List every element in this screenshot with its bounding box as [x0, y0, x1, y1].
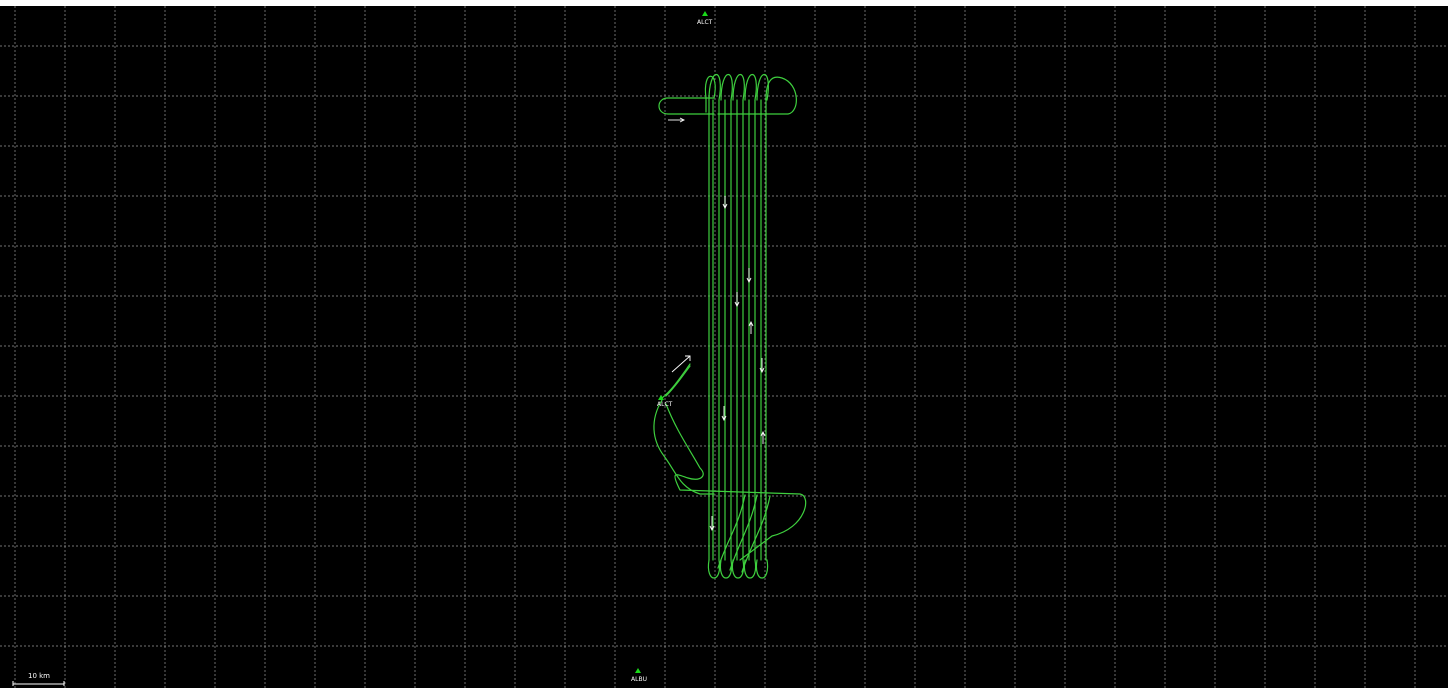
direction-arrow: [746, 268, 752, 284]
flight-track-bottom-turn: [755, 559, 769, 579]
flight-track-map[interactable]: ALCT ALCT ALBU 10 km: [0, 0, 1448, 688]
station-marker-icon: [702, 11, 708, 16]
direction-arrows: [668, 117, 766, 532]
flight-track-bottom-turn: [731, 559, 745, 579]
flight-track-top-turn: [720, 73, 733, 101]
station-albu[interactable]: ALBU: [631, 668, 647, 683]
flight-track-top-turn: [744, 73, 757, 101]
flight-track-top-turn: [732, 73, 745, 101]
stations-layer: ALCT ALCT ALBU: [631, 11, 713, 683]
station-alct-top[interactable]: ALCT: [697, 11, 713, 26]
station-label: ALBU: [631, 676, 647, 683]
flight-track-entry: [661, 363, 691, 399]
station-marker-icon: [635, 668, 641, 673]
scale-bar: 10 km: [12, 672, 65, 686]
map-grid: [0, 6, 1448, 688]
flight-track-bottom-left-2: [665, 403, 807, 561]
station-label: ALCT: [657, 401, 673, 408]
direction-arrow: [734, 292, 740, 308]
flight-track-top-loop: [658, 75, 716, 115]
scale-bar-label: 10 km: [28, 672, 50, 680]
station-alct-mid[interactable]: ALCT: [657, 395, 673, 408]
direction-arrow: [668, 117, 686, 123]
flight-track-bottom-left: [653, 399, 715, 495]
flight-track-bottom-turn: [743, 559, 757, 579]
direction-arrow: [722, 196, 728, 210]
flight-track-bottom-turn: [707, 559, 721, 579]
station-label: ALCT: [697, 19, 713, 26]
flight-tracks: [653, 73, 807, 579]
